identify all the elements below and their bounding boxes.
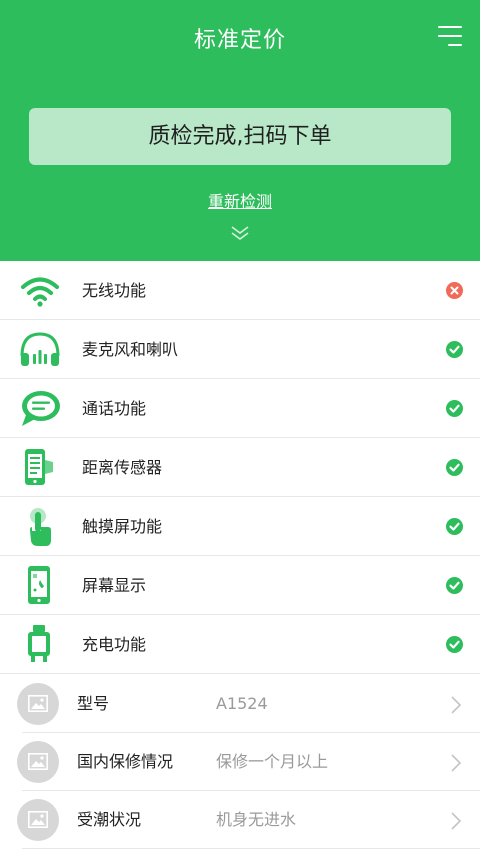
info-row-model[interactable]: 型号 A1524 — [0, 675, 480, 733]
headphones-icon — [20, 332, 60, 366]
check-label: 距离传感器 — [82, 458, 163, 477]
wifi-icon — [21, 277, 59, 307]
info-row-moisture[interactable]: 受潮状况 机身无进水 — [0, 791, 480, 849]
info-key: 国内保修情况 — [77, 752, 174, 771]
scan-order-button[interactable]: 质检完成,扫码下单 — [29, 108, 451, 165]
check-label: 触摸屏功能 — [82, 517, 163, 536]
chevron-right-icon — [451, 696, 462, 714]
check-row-screen: 屏幕显示 — [0, 556, 480, 615]
image-placeholder-icon — [17, 799, 59, 841]
pass-check-icon — [446, 459, 463, 476]
page-title: 标准定价 — [193, 28, 286, 53]
pass-check-icon — [446, 636, 463, 653]
double-chevron-down-icon[interactable] — [229, 224, 251, 242]
info-value: 机身无进水 — [216, 810, 297, 829]
pass-check-icon — [446, 341, 463, 358]
header: 标准定价 质检完成,扫码下单 重新检测 — [0, 0, 480, 261]
fail-x-icon — [446, 282, 463, 299]
info-list: 型号 A1524 国内保修情况 保修一个月以上 受潮状况 机身无进水 — [0, 675, 480, 849]
pass-check-icon — [446, 577, 463, 594]
chat-bubble-icon — [22, 391, 60, 426]
image-placeholder-icon — [17, 683, 59, 725]
image-placeholder-icon — [17, 741, 59, 783]
info-key: 型号 — [77, 694, 110, 713]
touch-hand-icon — [30, 508, 51, 546]
chevron-right-icon — [451, 812, 462, 830]
pass-check-icon — [446, 400, 463, 417]
check-label: 充电功能 — [82, 635, 147, 654]
check-label: 麦克风和喇叭 — [82, 340, 179, 359]
check-row-proximity: 距离传感器 — [0, 438, 480, 497]
proximity-sensor-icon — [25, 449, 53, 485]
check-row-touch: 触摸屏功能 — [0, 497, 480, 556]
check-label: 无线功能 — [82, 281, 147, 300]
check-row-mic-speaker: 麦克风和喇叭 — [0, 320, 480, 379]
check-label: 通话功能 — [82, 399, 147, 418]
check-row-call: 通话功能 — [0, 379, 480, 438]
info-value: A1524 — [216, 694, 268, 713]
check-row-charging: 充电功能 — [0, 615, 480, 674]
chevron-right-icon — [451, 754, 462, 772]
check-label: 屏幕显示 — [82, 576, 147, 595]
charger-icon — [28, 625, 50, 662]
recheck-link[interactable]: 重新检测 — [0, 188, 480, 212]
divider — [22, 848, 480, 849]
info-key: 受潮状况 — [77, 810, 142, 829]
info-row-warranty[interactable]: 国内保修情况 保修一个月以上 — [0, 733, 480, 791]
check-list: 无线功能 麦克风和喇叭 通话功能 距离传感器 触摸屏功能 屏幕显示 充电功能 — [0, 261, 480, 674]
phone-screen-icon — [28, 566, 50, 604]
pass-check-icon — [446, 518, 463, 535]
info-value: 保修一个月以上 — [216, 752, 329, 771]
check-row-wifi: 无线功能 — [0, 261, 480, 320]
hamburger-menu-icon[interactable] — [438, 26, 462, 46]
